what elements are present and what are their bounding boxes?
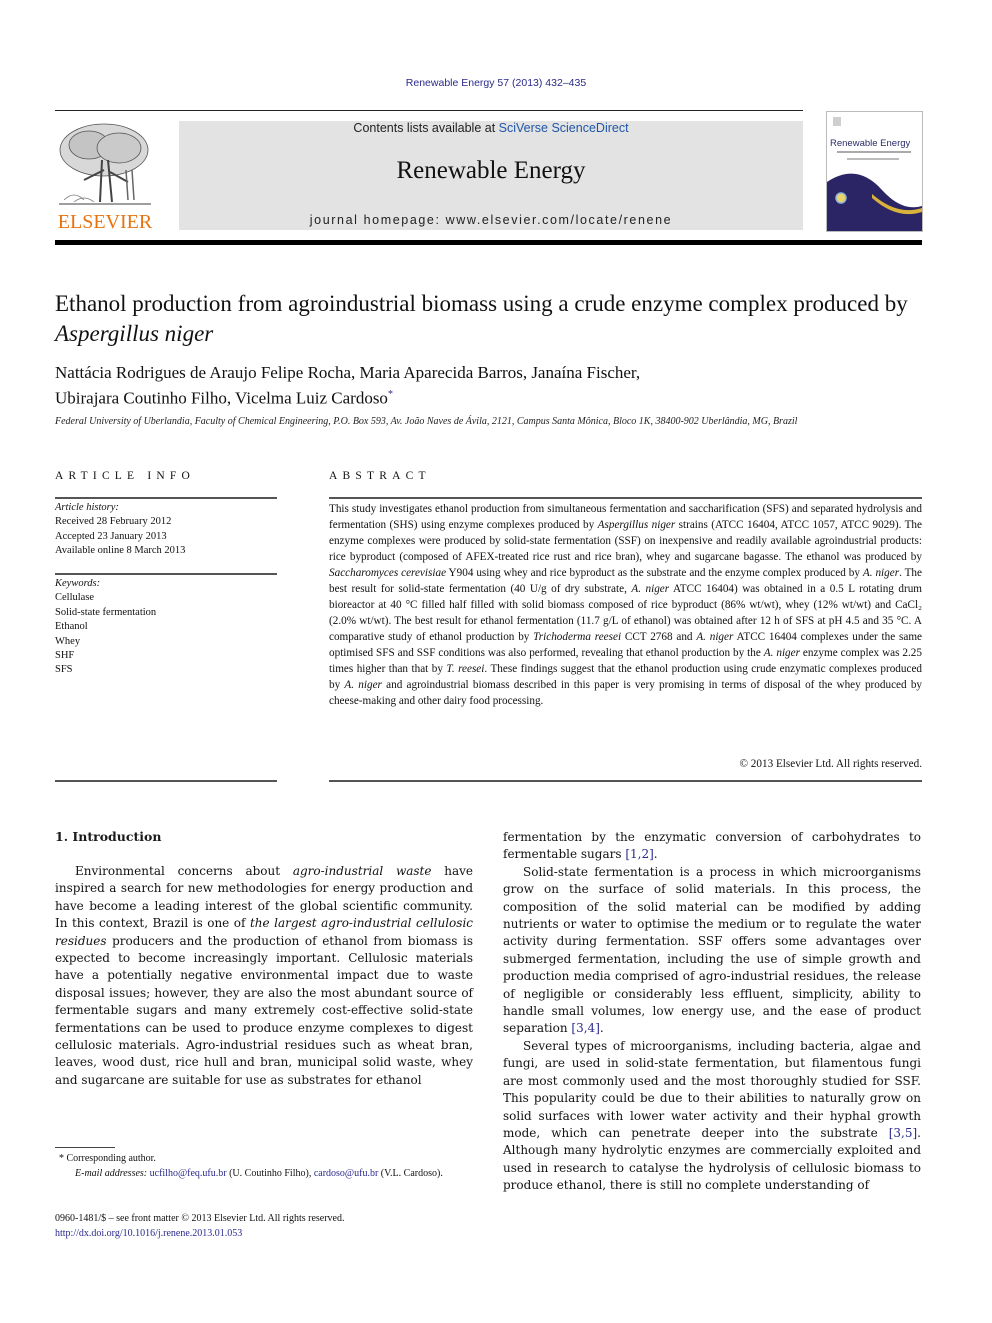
history-online: Available online 8 March 2013: [55, 545, 186, 557]
contents-line: Contents lists available at SciVerse Sci…: [179, 121, 803, 135]
affiliation: Federal University of Uberlandia, Facult…: [55, 416, 798, 427]
authors-line-2: Ubirajara Coutinho Filho, Vicelma Luiz C…: [55, 388, 388, 408]
citation-link[interactable]: [1,2]: [625, 847, 653, 861]
journal-name: Renewable Energy: [396, 157, 586, 184]
authors-line-1: Nattácia Rodrigues de Araujo Felipe Roch…: [55, 363, 641, 382]
intro-column-1: Environmental concerns about agro-indust…: [55, 863, 473, 1089]
text-run: Y904 using whey and rice byproduct as th…: [446, 567, 863, 579]
journal-cover-thumbnail[interactable]: Renewable Energy: [826, 111, 923, 232]
keyword: Whey: [55, 635, 81, 647]
email-link-ucfilho[interactable]: ucfilho@feq.ufu.br: [150, 1168, 227, 1179]
paragraph: Solid-state fermentation is a process in…: [503, 864, 921, 1038]
text-run: fermentation by the enzymatic conversion…: [503, 830, 921, 862]
italic-term: A. niger: [344, 679, 382, 691]
italic-term: A. niger: [763, 647, 800, 659]
text-run: CCT 2768 and: [621, 631, 697, 643]
issn-line: 0960-1481/$ – see front matter © 2013 El…: [55, 1213, 345, 1224]
paragraph: Several types of microorganisms, includi…: [503, 1038, 921, 1195]
citation-link[interactable]: [3,5]: [889, 1126, 917, 1140]
keyword: SFS: [55, 664, 73, 676]
cover-wave-graphic: [827, 173, 922, 231]
text-run: and agroindustrial biomass described in …: [329, 679, 923, 707]
footnote-rule: [55, 1147, 115, 1148]
front-matter: 0960-1481/$ – see front matter © 2013 El…: [55, 1211, 473, 1241]
abstract-heading: ABSTRACT: [329, 470, 431, 482]
email-owner: (V.L. Cardoso).: [378, 1168, 443, 1179]
corresponding-note: * Corresponding author.: [59, 1153, 156, 1164]
keyword: SHF: [55, 650, 75, 662]
section-heading-introduction: 1. Introduction: [55, 829, 162, 844]
divider: [55, 780, 277, 782]
italic-term: A. niger: [696, 631, 734, 643]
text-run: Several types of microorganisms, includi…: [503, 1038, 921, 1140]
history-received: Received 28 February 2012: [55, 516, 172, 528]
journal-masthead: Contents lists available at SciVerse Sci…: [179, 121, 803, 230]
italic-term: Aspergillus niger: [597, 519, 676, 531]
keywords-label: Keywords:: [55, 578, 101, 589]
homepage-line: journal homepage: www.elsevier.com/locat…: [179, 213, 803, 227]
header-rule: [55, 110, 803, 111]
homepage-link[interactable]: www.elsevier.com/locate/renene: [446, 213, 673, 227]
abstract-text: This study investigates ethanol producti…: [329, 501, 922, 709]
author-list: Nattácia Rodrigues de Araujo Felipe Roch…: [55, 362, 935, 410]
italic-term: agro-industrial waste: [292, 864, 432, 878]
divider: [55, 497, 277, 499]
homepage-prefix: journal homepage:: [309, 213, 446, 227]
intro-column-2: fermentation by the enzymatic conversion…: [503, 829, 921, 1195]
abstract-copyright: © 2013 Elsevier Ltd. All rights reserved…: [739, 758, 923, 770]
email-owner: (U. Coutinho Filho),: [226, 1168, 314, 1179]
paragraph: fermentation by the enzymatic conversion…: [503, 829, 921, 864]
contents-prefix: Contents lists available at: [353, 121, 499, 135]
journal-citation-link[interactable]: Renewable Energy 57 (2013) 432–435: [0, 77, 992, 89]
history-accepted: Accepted 23 January 2013: [55, 530, 167, 542]
keyword: Solid-state fermentation: [55, 606, 157, 618]
cover-emblem-icon: [835, 192, 847, 204]
elsevier-tree-icon: [59, 123, 151, 205]
italic-term: T. reesei: [446, 663, 485, 675]
text-run: producers and the production of ethanol …: [55, 933, 473, 1087]
elsevier-wordmark: ELSEVIER: [57, 211, 153, 233]
divider: [329, 497, 922, 499]
italic-term: A. niger: [862, 567, 900, 579]
citation-link[interactable]: [3,4]: [571, 1021, 599, 1035]
italic-term: A. niger: [631, 583, 670, 595]
email-link-cardoso[interactable]: cardoso@ufu.br: [314, 1168, 378, 1179]
italic-term: Trichoderma reesei: [533, 631, 622, 643]
keyword: Cellulase: [55, 592, 95, 604]
title-text: Ethanol production from agroindustrial b…: [55, 291, 908, 316]
keywords: Keywords: Cellulase Solid-state fermenta…: [55, 577, 277, 678]
corresponding-author-link[interactable]: *: [388, 389, 393, 400]
text-run: .: [653, 847, 658, 862]
doi-link[interactable]: http://dx.doi.org/10.1016/j.renene.2013.…: [55, 1228, 242, 1239]
divider: [329, 780, 922, 782]
article-history: Article history: Received 28 February 20…: [55, 501, 277, 559]
text-run: Solid-state fermentation is a process in…: [503, 864, 921, 1036]
footnote: * Corresponding author. E-mail addresses…: [55, 1151, 473, 1181]
italic-term: Saccharomyces cerevisiae: [329, 567, 447, 579]
text-run: .: [599, 1021, 604, 1036]
history-label: Article history:: [55, 502, 119, 513]
keyword: Ethanol: [55, 621, 88, 633]
article-info-heading: ARTICLE INFO: [55, 470, 195, 482]
text-run: Environmental concerns about: [75, 864, 293, 878]
article-title: Ethanol production from agroindustrial b…: [55, 289, 935, 349]
email-label: E-mail addresses:: [75, 1168, 148, 1179]
elsevier-logo[interactable]: ELSEVIER: [54, 120, 156, 234]
sciencedirect-link[interactable]: SciVerse ScienceDirect: [499, 121, 629, 135]
divider: [55, 573, 277, 575]
title-species: Aspergillus niger: [55, 321, 214, 346]
masthead-rule: [55, 240, 922, 245]
